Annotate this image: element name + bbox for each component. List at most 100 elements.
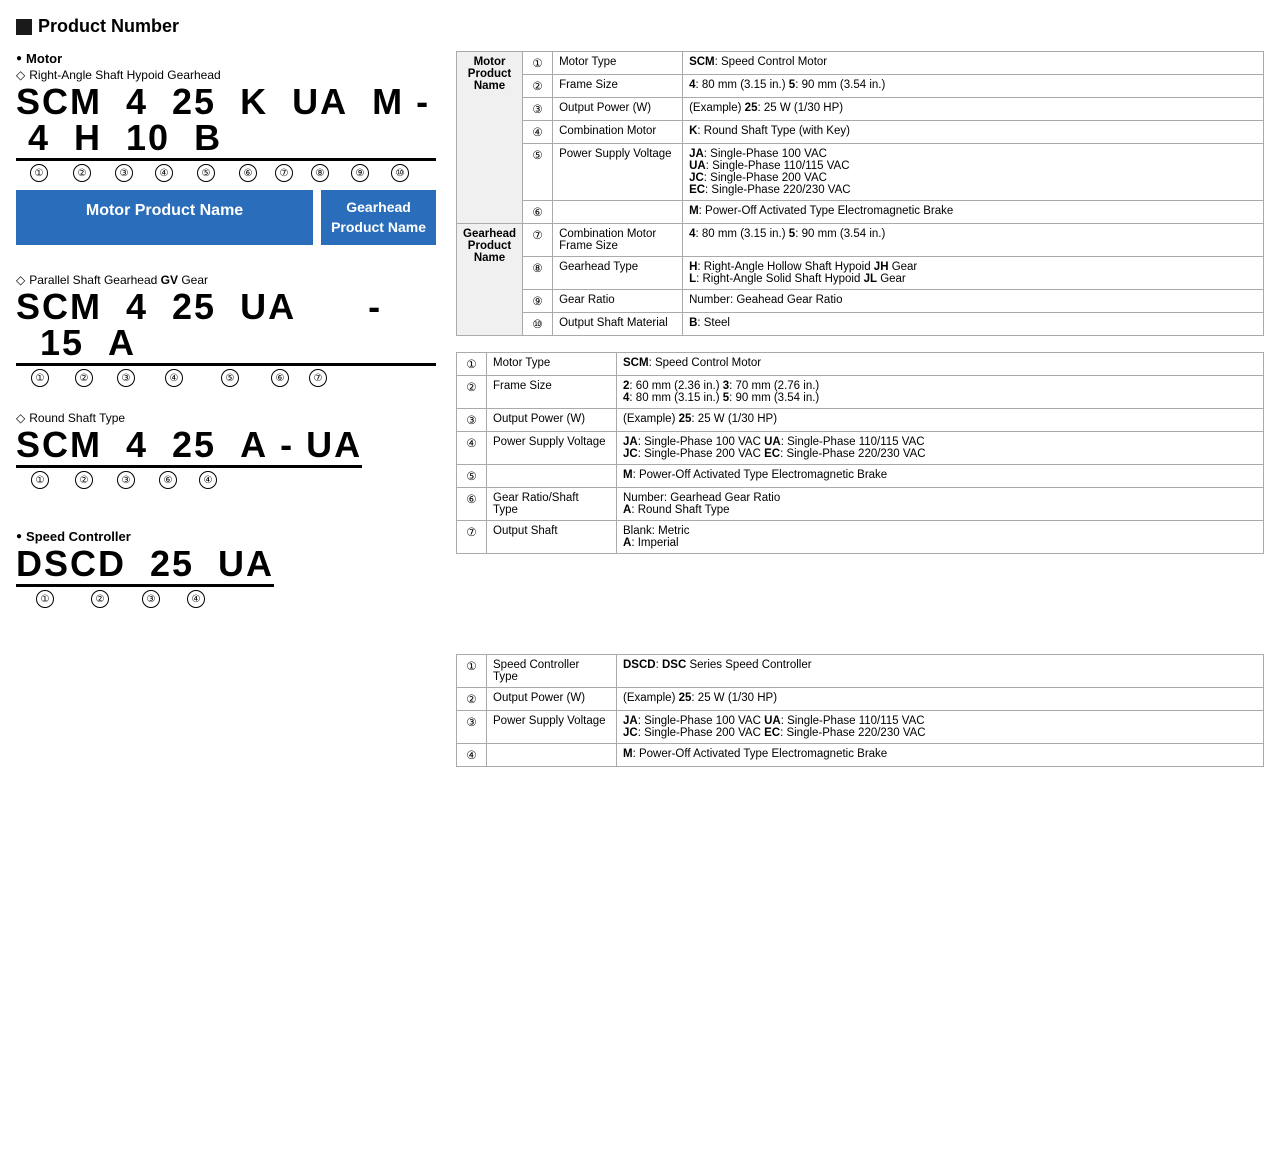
- table2-num-0: ①: [457, 353, 487, 376]
- table1-num-2: ③: [523, 98, 553, 121]
- table1-label-9: Output Shaft Material: [553, 313, 683, 336]
- cn4-3: ③: [142, 590, 160, 608]
- cn3-1: ①: [31, 471, 49, 489]
- table2-value-5: Number: Gearhead Gear RatioA: Round Shaf…: [617, 488, 1264, 521]
- cn2-3: ③: [117, 369, 135, 387]
- group-gearhead: GearheadProductName: [457, 224, 523, 336]
- table1-value-1: 4: 80 mm (3.15 in.) 5: 90 mm (3.54 in.): [683, 75, 1264, 98]
- table1-label-8: Gear Ratio: [553, 290, 683, 313]
- cn1-7: ⑦: [275, 164, 293, 182]
- table2-num-4: ⑤: [457, 465, 487, 488]
- cn2-1: ①: [31, 369, 49, 387]
- parallel-shaft-section: Parallel Shaft Gearhead GV Gear SCM 4 25…: [16, 273, 436, 387]
- product-code-2: SCM 4 25 UA - 15 A: [16, 289, 436, 366]
- table2-num-5: ⑥: [457, 488, 487, 521]
- cn4-2: ②: [91, 590, 109, 608]
- table2-label-5: Gear Ratio/ShaftType: [487, 488, 617, 521]
- code3-nums: ① ② ③ ⑥ ④: [16, 471, 436, 489]
- roundshaft-label: Round Shaft Type: [16, 411, 436, 425]
- motor-section: Motor Right-Angle Shaft Hypoid Gearhead …: [16, 51, 436, 245]
- cn3-4: ④: [199, 471, 217, 489]
- table2-value-3: JA: Single-Phase 100 VAC UA: Single-Phas…: [617, 432, 1264, 465]
- table3-label-3: [487, 744, 617, 767]
- cn1-8: ⑧: [311, 164, 329, 182]
- code4-nums: ① ② ③ ④: [16, 590, 436, 608]
- table3: ①Speed ControllerTypeDSCD: DSC Series Sp…: [456, 654, 1264, 767]
- table3-num-3: ④: [457, 744, 487, 767]
- gearhead-product-name-box: GearheadProduct Name: [321, 190, 436, 245]
- cn2-5: ⑤: [221, 369, 239, 387]
- cn1-9: ⑨: [351, 164, 369, 182]
- table2-num-2: ③: [457, 409, 487, 432]
- cn1-1: ①: [30, 164, 48, 182]
- table1-num-0: ①: [523, 52, 553, 75]
- gearhead1-label: Right-Angle Shaft Hypoid Gearhead: [16, 68, 436, 82]
- cn2-7: ⑦: [309, 369, 327, 387]
- table2-label-3: Power Supply Voltage: [487, 432, 617, 465]
- table3-num-0: ①: [457, 655, 487, 688]
- product-code-1: SCM 4 25 K UA M - 4 H 10 B: [16, 84, 436, 161]
- gearhead2-label: Parallel Shaft Gearhead GV Gear: [16, 273, 436, 287]
- table1-label-6: Combination MotorFrame Size: [553, 224, 683, 257]
- table2-num-3: ④: [457, 432, 487, 465]
- code1-nums: ① ② ③ ④ ⑤ ⑥ ⑦ ⑧ ⑨ ⑩: [16, 164, 436, 182]
- main-layout: Motor Right-Angle Shaft Hypoid Gearhead …: [16, 51, 1264, 783]
- right-column: MotorProductName①Motor TypeSCM: Speed Co…: [456, 51, 1264, 783]
- table1-num-6: ⑦: [523, 224, 553, 257]
- cn3-2: ②: [75, 471, 93, 489]
- table2-value-4: M: Power-Off Activated Type Electromagne…: [617, 465, 1264, 488]
- cn1-4: ④: [155, 164, 173, 182]
- motor-label: Motor: [16, 51, 436, 66]
- table1-label-2: Output Power (W): [553, 98, 683, 121]
- speed-ctrl-section: Speed Controller DSCD 25 UA ① ② ③ ④: [16, 529, 436, 608]
- table2-label-6: Output Shaft: [487, 521, 617, 554]
- table1-value-3: K: Round Shaft Type (with Key): [683, 121, 1264, 144]
- table1-value-8: Number: Geahead Gear Ratio: [683, 290, 1264, 313]
- code3-display: SCM 4 25 A - UA: [16, 427, 436, 468]
- table1-label-7: Gearhead Type: [553, 257, 683, 290]
- cn1-2: ②: [73, 164, 91, 182]
- table1-value-4: JA: Single-Phase 100 VACUA: Single-Phase…: [683, 144, 1264, 201]
- table3-num-1: ②: [457, 688, 487, 711]
- table2-value-1: 2: 60 mm (2.36 in.) 3: 70 mm (2.76 in.)4…: [617, 376, 1264, 409]
- round-shaft-section: Round Shaft Type SCM 4 25 A - UA ① ② ③ ⑥…: [16, 411, 436, 489]
- cn2-6: ⑥: [271, 369, 289, 387]
- table3-value-2: JA: Single-Phase 100 VAC UA: Single-Phas…: [617, 711, 1264, 744]
- table2-num-1: ②: [457, 376, 487, 409]
- product-code-4: DSCD 25 UA: [16, 546, 274, 587]
- section-title-wrapper: Product Number: [16, 16, 1264, 37]
- table3-label-2: Power Supply Voltage: [487, 711, 617, 744]
- table1-num-8: ⑨: [523, 290, 553, 313]
- table2-label-4: [487, 465, 617, 488]
- product-code-3: SCM 4 25 A - UA: [16, 427, 362, 468]
- table1-num-1: ②: [523, 75, 553, 98]
- table1-value-2: (Example) 25: 25 W (1/30 HP): [683, 98, 1264, 121]
- table3-num-2: ③: [457, 711, 487, 744]
- code2-nums: ① ② ③ ④ ⑤ ⑥ ⑦: [16, 369, 436, 387]
- name-boxes-1: Motor Product Name GearheadProduct Name: [16, 190, 436, 245]
- table2-value-0: SCM: Speed Control Motor: [617, 353, 1264, 376]
- table1: MotorProductName①Motor TypeSCM: Speed Co…: [456, 51, 1264, 336]
- section-title-text: Product Number: [38, 16, 179, 37]
- table3-value-3: M: Power-Off Activated Type Electromagne…: [617, 744, 1264, 767]
- code1-display: SCM 4 25 K UA M - 4 H 10 B: [16, 84, 436, 161]
- table1-label-4: Power Supply Voltage: [553, 144, 683, 201]
- table1-value-9: B: Steel: [683, 313, 1264, 336]
- table2: ①Motor TypeSCM: Speed Control Motor②Fram…: [456, 352, 1264, 554]
- cn1-3: ③: [115, 164, 133, 182]
- table1-label-0: Motor Type: [553, 52, 683, 75]
- table1-num-7: ⑧: [523, 257, 553, 290]
- cn4-1: ①: [36, 590, 54, 608]
- table2-value-2: (Example) 25: 25 W (1/30 HP): [617, 409, 1264, 432]
- table1-value-6: 4: 80 mm (3.15 in.) 5: 90 mm (3.54 in.): [683, 224, 1264, 257]
- table1-value-5: M: Power-Off Activated Type Electromagne…: [683, 201, 1264, 224]
- motor-product-name-box: Motor Product Name: [16, 190, 313, 245]
- table3-label-0: Speed ControllerType: [487, 655, 617, 688]
- table1-num-4: ⑤: [523, 144, 553, 201]
- table1-label-1: Frame Size: [553, 75, 683, 98]
- left-column: Motor Right-Angle Shaft Hypoid Gearhead …: [16, 51, 436, 783]
- group-motor: MotorProductName: [457, 52, 523, 224]
- code4-display: DSCD 25 UA: [16, 546, 436, 587]
- cn3-6: ⑥: [159, 471, 177, 489]
- code2-display: SCM 4 25 UA - 15 A: [16, 289, 436, 366]
